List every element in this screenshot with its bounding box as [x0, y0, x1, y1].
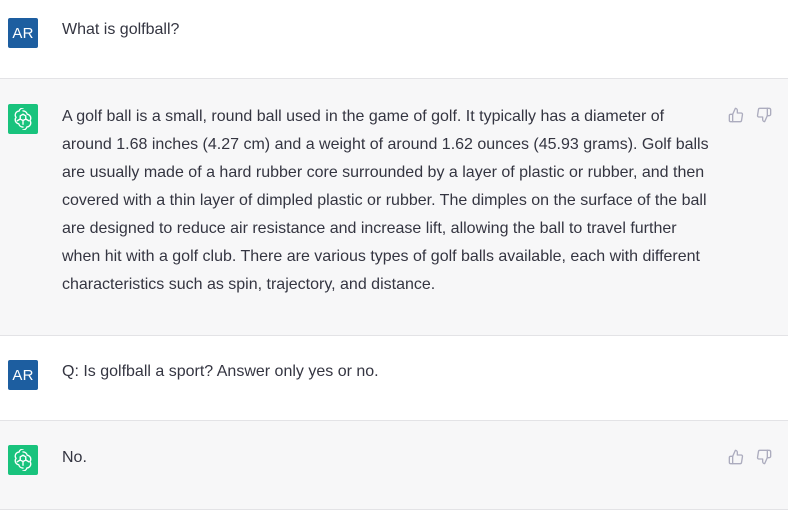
- thumbs-up-icon[interactable]: [726, 105, 746, 125]
- user-avatar-initials: AR: [12, 366, 34, 384]
- user-message-text: Q: Is golfball a sport? Answer only yes …: [62, 363, 379, 380]
- feedback-controls: [726, 105, 774, 125]
- user-avatar: AR: [8, 360, 38, 390]
- user-avatar-initials: AR: [12, 24, 34, 42]
- assistant-message-row: A golf ball is a small, round ball used …: [0, 79, 788, 335]
- user-message-row: AR What is golfball?: [0, 0, 788, 78]
- user-avatar: AR: [8, 18, 38, 48]
- user-message-text: What is golfball?: [62, 21, 180, 38]
- chat-thread: AR What is golfball? A golf ball is a sm…: [0, 0, 788, 510]
- openai-logo-icon: [8, 445, 38, 475]
- assistant-message-row: No.: [0, 421, 788, 509]
- feedback-controls: [726, 447, 774, 467]
- user-message-row: AR Q: Is golfball a sport? Answer only y…: [0, 336, 788, 420]
- assistant-message-text: A golf ball is a small, round ball used …: [62, 108, 709, 293]
- thumbs-down-icon[interactable]: [754, 447, 774, 467]
- assistant-message-text: No.: [62, 449, 87, 466]
- thumbs-up-icon[interactable]: [726, 447, 746, 467]
- openai-logo-icon: [8, 104, 38, 134]
- thumbs-down-icon[interactable]: [754, 105, 774, 125]
